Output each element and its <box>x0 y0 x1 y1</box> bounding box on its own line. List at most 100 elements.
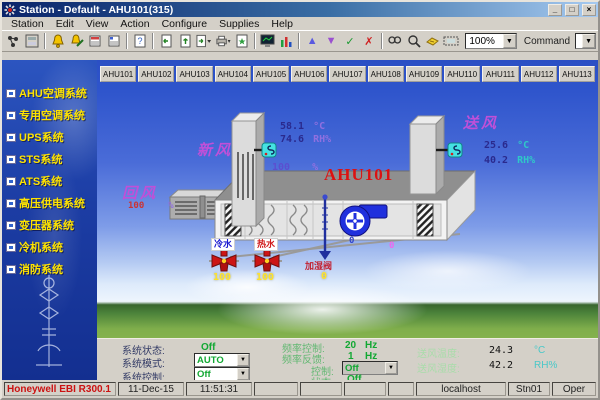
find-icon[interactable] <box>386 33 404 50</box>
system-control-label: 系统控制: <box>122 369 165 380</box>
expand-icon[interactable] <box>6 243 16 252</box>
lower-value-icon[interactable]: ▼ <box>322 33 340 50</box>
titlebar: Station - Default - AHU101(315) _ □ × <box>2 2 598 17</box>
schematic-page-icon[interactable] <box>233 33 251 50</box>
fresh-air-duct <box>232 113 264 226</box>
filter-section-right <box>417 204 433 236</box>
sidebar-item-special-ac[interactable]: 专用空调系统 <box>2 104 97 126</box>
supply-temp-label: 送风温度: <box>417 345 460 360</box>
supply-rh-label: 送风湿度: <box>417 360 460 375</box>
trend-chart-icon[interactable] <box>277 33 295 50</box>
alarm-page-icon[interactable] <box>49 33 67 50</box>
system-mode-dropdown[interactable]: AUTO▼ <box>194 353 250 367</box>
close-button[interactable]: × <box>582 4 596 16</box>
page-back-icon[interactable] <box>157 33 175 50</box>
expand-icon[interactable] <box>6 133 16 142</box>
supply-air-duct <box>410 116 448 194</box>
display-area: AHU101 AHU102 AHU103 AHU104 AHU105 AHU10… <box>97 60 598 380</box>
menu-edit[interactable]: Edit <box>51 17 81 31</box>
app-icon <box>4 4 16 16</box>
chevron-down-icon[interactable]: ▼ <box>237 368 249 380</box>
expand-icon[interactable] <box>6 199 16 208</box>
supply-air-sensor-icon[interactable] <box>448 143 462 157</box>
fan-control-dropdown[interactable]: Off▼ <box>342 361 398 375</box>
hot-water-value: 100 <box>256 272 274 283</box>
system-mode-label: 系统模式: <box>122 355 165 370</box>
zoom-select[interactable]: 100% ▼ <box>465 33 517 49</box>
status-empty-cell <box>300 382 342 396</box>
zoom-tool-icon[interactable] <box>405 33 423 50</box>
zoom-value: 100% <box>466 36 503 47</box>
station-detail-icon[interactable] <box>23 33 41 50</box>
statusbar: Honeywell EBI R300.1 11-Dec-15 11:51:31 … <box>2 380 598 398</box>
supply-rh-unit: RH% <box>534 360 557 371</box>
print-icon[interactable] <box>214 33 232 50</box>
status-date: 11-Dec-15 <box>118 382 184 396</box>
event-summary-icon[interactable] <box>105 33 123 50</box>
return-damper-position: 100% <box>128 201 174 211</box>
system-monitor-icon[interactable] <box>259 33 277 50</box>
restore-button[interactable]: □ <box>565 4 579 16</box>
freq-control-unit: Hz <box>365 340 377 351</box>
sidebar-item-chiller[interactable]: 冷机系统 <box>2 236 97 258</box>
window-title: Station - Default - AHU101(315) <box>19 4 545 16</box>
page-up-icon[interactable] <box>176 33 194 50</box>
supply-rh-value: 42.2 <box>489 360 513 371</box>
menu-help[interactable]: Help <box>266 17 300 31</box>
sidebar-item-hv-power[interactable]: 高压供电系统 <box>2 192 97 214</box>
select-area-icon[interactable] <box>442 33 460 50</box>
menu-supplies[interactable]: Supplies <box>214 17 266 31</box>
totem-decoration-icon <box>30 273 68 372</box>
chevron-down-icon[interactable]: ▼ <box>582 34 595 48</box>
chevron-down-icon[interactable]: ▼ <box>503 34 516 48</box>
chevron-down-icon[interactable]: ▼ <box>385 362 397 374</box>
menu-configure[interactable]: Configure <box>157 17 215 31</box>
status-user: Oper <box>552 382 596 396</box>
toolbar-separator <box>254 33 256 49</box>
unit-name-label: AHU101 <box>324 165 393 185</box>
accept-command-icon[interactable]: ✓ <box>341 33 359 50</box>
supply-air-label: 送风 <box>463 112 499 133</box>
toolbar-separator <box>44 33 46 49</box>
connect-station-icon[interactable] <box>4 33 22 50</box>
help-page-icon[interactable]: ? <box>131 33 149 50</box>
minimize-button[interactable]: _ <box>548 4 562 16</box>
menu-view[interactable]: View <box>81 17 116 31</box>
content: AHU空调系统 专用空调系统 UPS系统 STS系统 ATS系统 高压供电系统 … <box>2 60 598 380</box>
menubar: Station Edit View Action Configure Suppl… <box>2 17 598 31</box>
expand-icon[interactable] <box>6 89 16 98</box>
command-input[interactable]: ▼ <box>575 33 596 49</box>
fresh-air-sensor-icon[interactable] <box>262 143 276 157</box>
expand-icon[interactable] <box>6 265 16 274</box>
page-forward-icon[interactable] <box>195 33 213 50</box>
toolbar-separator <box>152 33 154 49</box>
control-panel: 系统状态: Off 系统模式: AUTO▼ 系统控制: Off▼ 频率控制: 2… <box>97 338 598 380</box>
sidebar-item-ats[interactable]: ATS系统 <box>2 170 97 192</box>
fan-status-value: 0 <box>349 236 354 246</box>
status-station: Stn01 <box>508 382 550 396</box>
chevron-down-icon[interactable]: ▼ <box>237 354 249 366</box>
acknowledge-alarm-icon[interactable] <box>68 33 86 50</box>
supply-air-temp: 25.6°C <box>484 140 529 151</box>
humidifier-value: 0 <box>321 271 327 282</box>
menu-station[interactable]: Station <box>6 17 51 31</box>
sidebar-item-ups[interactable]: UPS系统 <box>2 126 97 148</box>
expand-icon[interactable] <box>6 177 16 186</box>
pan-tool-icon[interactable] <box>423 33 441 50</box>
system-control-dropdown[interactable]: Off▼ <box>194 367 250 380</box>
status-empty-cell <box>344 382 386 396</box>
expand-icon[interactable] <box>6 221 16 230</box>
toolbar-gap <box>2 52 598 60</box>
sidebar-item-sts[interactable]: STS系统 <box>2 148 97 170</box>
sidebar-item-ahu[interactable]: AHU空调系统 <box>2 82 97 104</box>
supply-temp-value: 24.3 <box>489 345 513 356</box>
reject-command-icon[interactable]: ✗ <box>360 33 378 50</box>
expand-icon[interactable] <box>6 111 16 120</box>
alarm-summary-icon[interactable] <box>86 33 104 50</box>
chilled-water-valve-icon[interactable] <box>212 250 236 271</box>
raise-value-icon[interactable]: ▲ <box>303 33 321 50</box>
status-host: localhost <box>416 382 506 396</box>
expand-icon[interactable] <box>6 155 16 164</box>
sidebar-item-transformer[interactable]: 变压器系统 <box>2 214 97 236</box>
menu-action[interactable]: Action <box>115 17 156 31</box>
